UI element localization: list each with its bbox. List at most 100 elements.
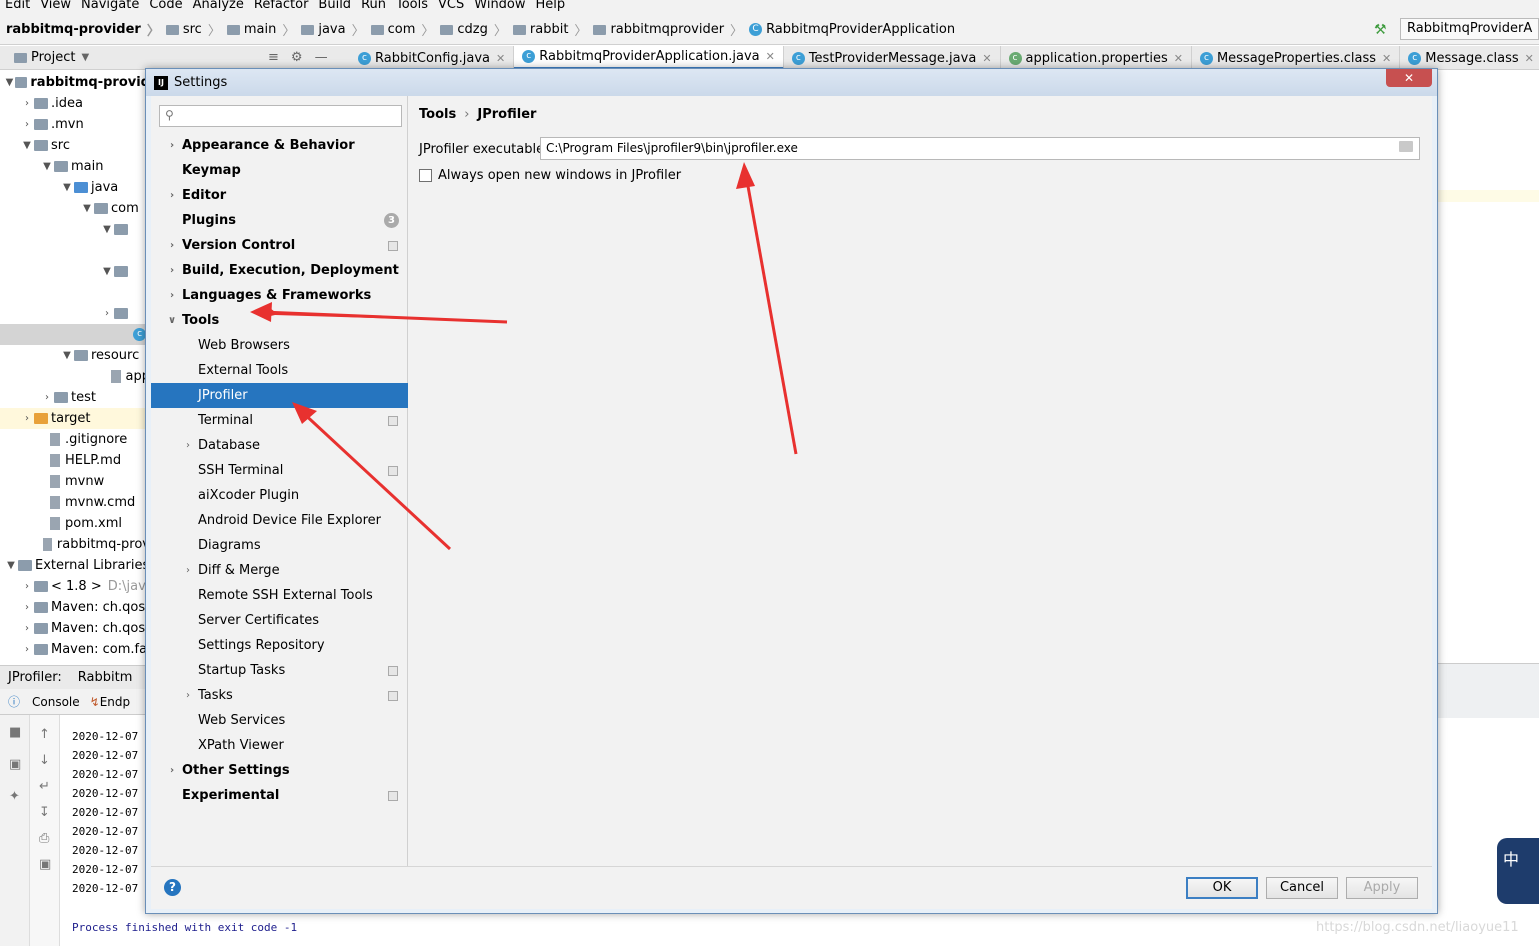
- gear-icon[interactable]: ⚙: [291, 50, 303, 65]
- settings-item-diff-merge[interactable]: › Diff & Merge: [151, 558, 408, 583]
- tree-node[interactable]: app: [0, 366, 150, 387]
- cancel-button[interactable]: Cancel: [1266, 877, 1338, 899]
- menu-item-run[interactable]: Run: [356, 0, 391, 11]
- tree-node[interactable]: › test: [0, 387, 150, 408]
- tree-node[interactable]: ▼ com: [0, 198, 150, 219]
- chevron-right-icon[interactable]: ›: [165, 240, 179, 251]
- tree-node[interactable]: .gitignore: [0, 429, 150, 450]
- up-arrow-icon[interactable]: ↑: [39, 727, 50, 742]
- chevron-right-icon[interactable]: ›: [100, 308, 114, 319]
- breadcrumb-item[interactable]: C RabbitmqProviderApplication: [743, 22, 955, 37]
- menu-item-analyze[interactable]: Analyze: [188, 0, 249, 11]
- editor-tab[interactable]: c application.properties ✕: [1001, 46, 1192, 69]
- close-tab-icon[interactable]: ✕: [1174, 52, 1183, 65]
- tree-node[interactable]: › .idea: [0, 93, 150, 114]
- chevron-right-icon[interactable]: ›: [20, 602, 34, 613]
- menu-item-edit[interactable]: Edit: [0, 0, 35, 11]
- tree-node[interactable]: mvnw.cmd: [0, 492, 150, 513]
- print-icon[interactable]: ⎙: [39, 831, 49, 846]
- chevron-right-icon[interactable]: ›: [20, 413, 34, 424]
- trash-icon[interactable]: ▣: [39, 857, 51, 872]
- settings-item-startup-tasks[interactable]: Startup Tasks: [151, 658, 408, 683]
- breadcrumb-item[interactable]: rabbitmq-provider 〉: [0, 20, 160, 39]
- menu-item-view[interactable]: View: [35, 0, 76, 11]
- browse-folder-icon[interactable]: [1399, 141, 1413, 152]
- jprofiler-tool-label[interactable]: JProfiler:: [0, 670, 70, 685]
- ok-button[interactable]: OK: [1186, 877, 1258, 899]
- chevron-right-icon[interactable]: ›: [20, 644, 34, 655]
- info-icon[interactable]: ⓘ: [8, 693, 20, 710]
- editor-tab[interactable]: c RabbitmqProviderApplication.java ✕: [514, 46, 784, 69]
- help-icon[interactable]: ?: [164, 879, 181, 896]
- editor-tab[interactable]: c MessageProperties.class ✕: [1192, 46, 1401, 69]
- build-hammer-icon[interactable]: ⚒: [1374, 22, 1387, 38]
- ime-indicator[interactable]: 中: [1497, 838, 1539, 904]
- settings-item-editor[interactable]: › Editor: [151, 183, 408, 208]
- settings-item-diagrams[interactable]: Diagrams: [151, 533, 408, 558]
- tree-node[interactable]: pom.xml: [0, 513, 150, 534]
- settings-item-remote-ssh-external-tools[interactable]: Remote SSH External Tools: [151, 583, 408, 608]
- settings-item-android-device-file-explorer[interactable]: Android Device File Explorer: [151, 508, 408, 533]
- breadcrumb-item[interactable]: com 〉: [365, 20, 434, 39]
- settings-item-web-services[interactable]: Web Services: [151, 708, 408, 733]
- settings-item-version-control[interactable]: › Version Control: [151, 233, 408, 258]
- chevron-right-icon[interactable]: ›: [40, 392, 54, 403]
- settings-item-keymap[interactable]: Keymap: [151, 158, 408, 183]
- chevron-down-icon[interactable]: ▼: [4, 560, 18, 571]
- settings-item-experimental[interactable]: Experimental: [151, 783, 408, 808]
- chevron-down-icon[interactable]: ▼: [100, 224, 114, 235]
- chevron-right-icon[interactable]: ›: [165, 190, 179, 201]
- tree-node[interactable]: › Maven: com.fa: [0, 639, 150, 660]
- chevron-down-icon[interactable]: ▼: [3, 77, 15, 88]
- tree-node[interactable]: ▼ java: [0, 177, 150, 198]
- close-tab-icon[interactable]: ✕: [1382, 52, 1391, 65]
- tree-node[interactable]: ▼: [0, 219, 150, 240]
- tree-node[interactable]: › Maven: ch.qos: [0, 597, 150, 618]
- chevron-down-icon[interactable]: ▼: [100, 266, 114, 277]
- settings-item-database[interactable]: › Database: [151, 433, 408, 458]
- chevron-right-icon[interactable]: ›: [181, 690, 195, 701]
- chevron-down-icon[interactable]: ▼: [80, 203, 94, 214]
- settings-item-plugins[interactable]: Plugins 3: [151, 208, 408, 233]
- settings-item-server-certificates[interactable]: Server Certificates: [151, 608, 408, 633]
- tree-node[interactable]: ▼ src: [0, 135, 150, 156]
- tree-node[interactable]: ›: [0, 303, 150, 324]
- menu-item-tools[interactable]: Tools: [391, 0, 433, 11]
- settings-item-other-settings[interactable]: › Other Settings: [151, 758, 408, 783]
- jprofiler-executable-field[interactable]: C:\Program Files\jprofiler9\bin\jprofile…: [540, 137, 1420, 160]
- tree-node[interactable]: › Maven: ch.qos: [0, 618, 150, 639]
- chevron-right-icon[interactable]: ›: [20, 623, 34, 634]
- always-open-label[interactable]: Always open new windows in JProfiler: [438, 168, 681, 183]
- collapse-all-icon[interactable]: ≡: [268, 50, 279, 65]
- pin-icon[interactable]: ✦: [9, 789, 20, 804]
- tree-node[interactable]: ▼: [0, 261, 150, 282]
- breadcrumb-item[interactable]: src 〉: [160, 20, 221, 39]
- tree-node[interactable]: ▼ External Libraries: [0, 555, 150, 576]
- breadcrumb-item[interactable]: rabbitmqprovider 〉: [587, 20, 743, 39]
- settings-item-external-tools[interactable]: External Tools: [151, 358, 408, 383]
- down-arrow-icon[interactable]: ↓: [39, 753, 50, 768]
- settings-item-web-browsers[interactable]: Web Browsers: [151, 333, 408, 358]
- menu-item-help[interactable]: Help: [531, 0, 571, 11]
- settings-item-languages-frameworks[interactable]: › Languages & Frameworks: [151, 283, 408, 308]
- endpoints-tab[interactable]: Endp: [100, 695, 130, 709]
- breadcrumb-item[interactable]: cdzg 〉: [434, 20, 507, 39]
- settings-search-input[interactable]: ⚲: [159, 105, 402, 127]
- menu-item-window[interactable]: Window: [469, 0, 530, 11]
- breadcrumb-item[interactable]: rabbit 〉: [507, 20, 587, 39]
- stop-icon[interactable]: ■: [9, 725, 21, 740]
- run-configuration-select[interactable]: RabbitmqProviderA: [1400, 18, 1539, 40]
- close-tab-icon[interactable]: ✕: [496, 52, 505, 65]
- menu-item-refactor[interactable]: Refactor: [249, 0, 314, 11]
- tree-node[interactable]: ▼ resourc: [0, 345, 150, 366]
- tree-node[interactable]: › .mvn: [0, 114, 150, 135]
- chevron-down-icon[interactable]: ▼: [81, 52, 89, 63]
- apply-button[interactable]: Apply: [1346, 877, 1418, 899]
- layout-icon[interactable]: ▣: [9, 757, 21, 772]
- menu-item-vcs[interactable]: VCS: [433, 0, 469, 11]
- chevron-right-icon[interactable]: ›: [165, 765, 179, 776]
- chevron-down-icon[interactable]: ▼: [60, 350, 74, 361]
- editor-tab[interactable]: c RabbitConfig.java ✕: [350, 46, 515, 69]
- close-tab-icon[interactable]: ✕: [982, 52, 991, 65]
- soft-wrap-icon[interactable]: ↵: [39, 779, 50, 794]
